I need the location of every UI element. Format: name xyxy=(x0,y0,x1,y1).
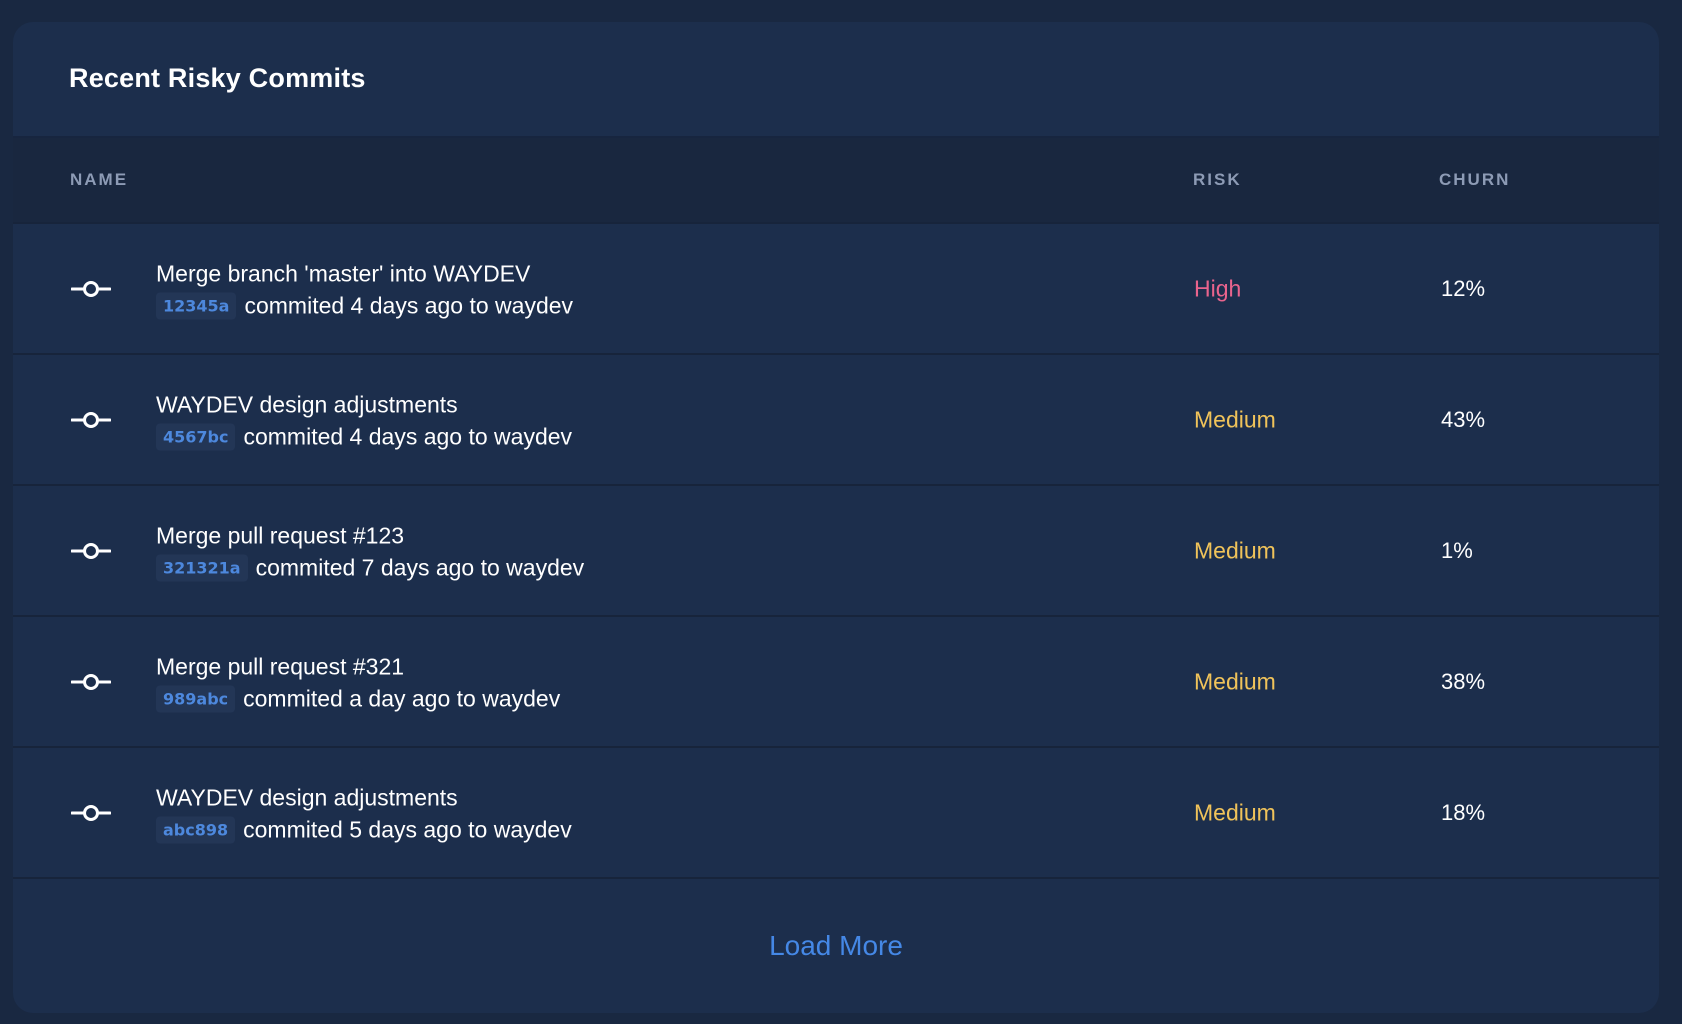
commit-icon xyxy=(71,411,111,428)
table-header: NAME RISK CHURN xyxy=(13,138,1659,224)
commit-name-block: Merge pull request #123 321321a commited… xyxy=(156,520,584,581)
commit-meta-text: commited 4 days ago to waydev xyxy=(244,292,574,318)
commit-name-block: Merge branch 'master' into WAYDEV 12345a… xyxy=(156,258,573,319)
commit-row[interactable]: WAYDEV design adjustments 4567bc commite… xyxy=(13,355,1659,486)
churn-value: 1% xyxy=(1441,537,1473,563)
commit-hash-badge[interactable]: 4567bc xyxy=(156,423,236,450)
commit-row[interactable]: Merge branch 'master' into WAYDEV 12345a… xyxy=(13,224,1659,355)
commit-row[interactable]: WAYDEV design adjustments abc898 commite… xyxy=(13,748,1659,879)
risk-value: Medium xyxy=(1194,406,1276,432)
commit-icon xyxy=(71,280,111,297)
commit-meta-text: commited 4 days ago to waydev xyxy=(243,423,573,449)
risk-value: Medium xyxy=(1194,799,1276,825)
risk-value: Medium xyxy=(1194,668,1276,694)
commit-meta: 12345a commited 4 days ago to waydev xyxy=(156,292,573,319)
commit-name-block: WAYDEV design adjustments abc898 commite… xyxy=(156,782,572,843)
commit-title[interactable]: WAYDEV design adjustments xyxy=(156,782,572,812)
commit-hash-badge[interactable]: 989abc xyxy=(156,685,236,712)
commit-meta: 989abc commited a day ago to waydev xyxy=(156,685,560,712)
commit-hash-badge[interactable]: 321321a xyxy=(156,554,248,581)
commit-name-block: Merge pull request #321 989abc commited … xyxy=(156,651,560,712)
commit-title[interactable]: WAYDEV design adjustments xyxy=(156,389,572,419)
commit-hash-badge[interactable]: abc898 xyxy=(156,816,236,843)
risk-value: Medium xyxy=(1194,537,1276,563)
column-header-name: NAME xyxy=(70,170,129,189)
commit-title[interactable]: Merge branch 'master' into WAYDEV xyxy=(156,258,573,288)
commit-hash-badge[interactable]: 12345a xyxy=(156,292,237,319)
card-title: Recent Risky Commits xyxy=(69,62,366,93)
commit-meta-text: commited 5 days ago to waydev xyxy=(243,816,572,842)
card-footer: Load More xyxy=(13,879,1659,1012)
commit-row[interactable]: Merge pull request #321 989abc commited … xyxy=(13,617,1659,748)
commit-meta-text: commited 7 days ago to waydev xyxy=(255,554,585,580)
risk-value: High xyxy=(1194,275,1242,301)
commit-name-block: WAYDEV design adjustments 4567bc commite… xyxy=(156,389,572,450)
commit-meta: 4567bc commited 4 days ago to waydev xyxy=(156,423,572,450)
commit-icon xyxy=(71,542,111,559)
commit-list: Merge branch 'master' into WAYDEV 12345a… xyxy=(13,224,1659,879)
churn-value: 38% xyxy=(1441,668,1486,694)
commit-title[interactable]: Merge pull request #321 xyxy=(156,651,560,681)
column-header-churn: CHURN xyxy=(1439,170,1511,189)
commit-meta: 321321a commited 7 days ago to waydev xyxy=(156,554,584,581)
commit-meta: abc898 commited 5 days ago to waydev xyxy=(156,816,572,843)
churn-value: 12% xyxy=(1441,275,1486,301)
load-more-button[interactable]: Load More xyxy=(769,930,903,962)
risky-commits-card: Recent Risky Commits NAME RISK CHURN Mer… xyxy=(13,22,1659,1013)
column-header-risk: RISK xyxy=(1193,170,1242,189)
commit-icon xyxy=(71,673,111,690)
commit-meta-text: commited a day ago to waydev xyxy=(243,685,561,711)
commit-row[interactable]: Merge pull request #123 321321a commited… xyxy=(13,486,1659,617)
card-header: Recent Risky Commits xyxy=(13,22,1659,138)
churn-value: 43% xyxy=(1441,406,1486,432)
commit-title[interactable]: Merge pull request #123 xyxy=(156,520,584,550)
commit-icon xyxy=(71,804,111,821)
churn-value: 18% xyxy=(1441,799,1486,825)
